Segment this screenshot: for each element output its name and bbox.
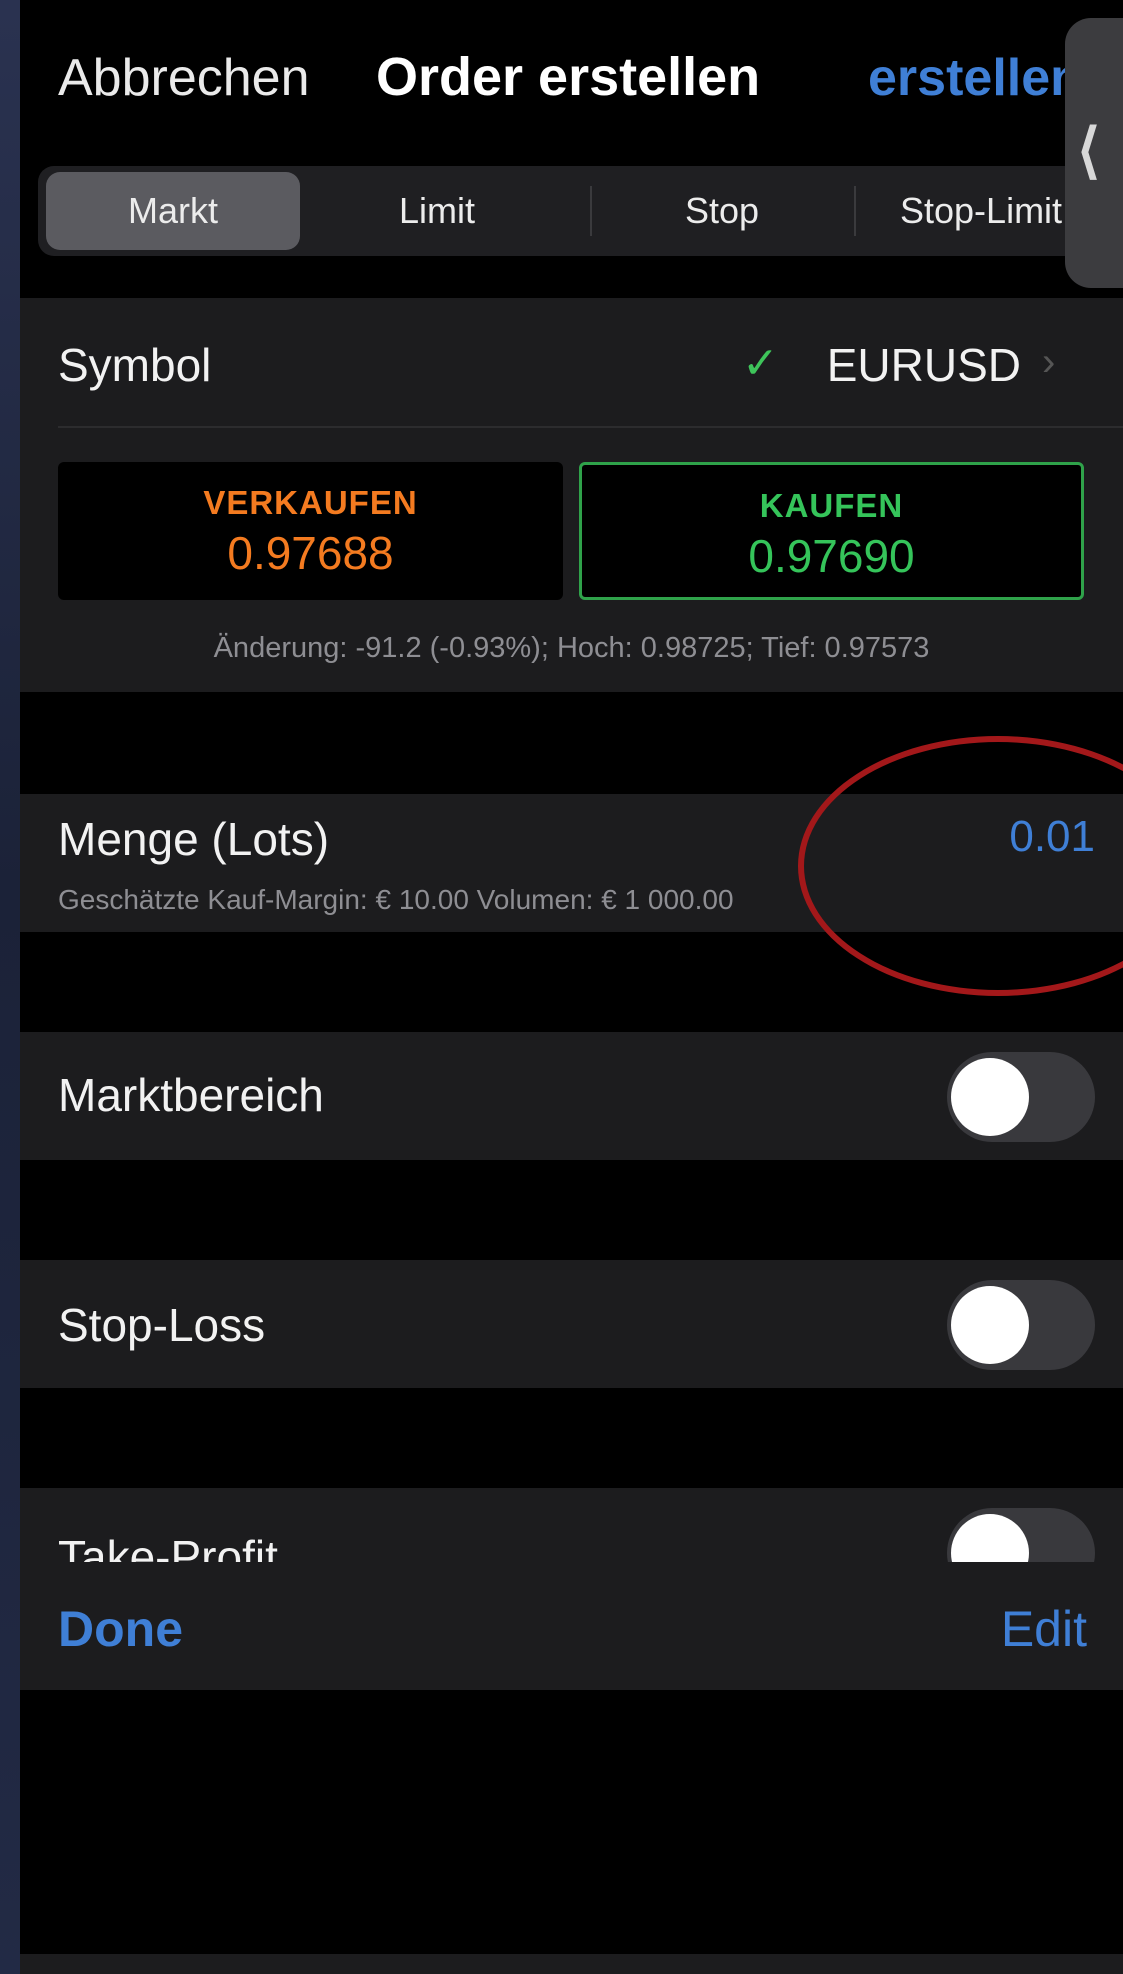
margin-volume-info: Geschätzte Kauf-Margin: € 10.00 Volumen:…	[58, 884, 734, 915]
sell-price: 0.97688	[227, 527, 394, 579]
divider	[58, 426, 1123, 428]
stop-loss-label: Stop-Loss	[58, 1299, 266, 1351]
check-icon: ✓	[742, 339, 779, 388]
edit-button[interactable]: Edit	[1001, 1600, 1087, 1658]
keyboard-toolbar: Done Edit	[20, 1562, 1123, 1690]
done-button[interactable]: Done	[58, 1600, 183, 1658]
stop-loss-toggle[interactable]	[947, 1280, 1095, 1370]
buy-price: 0.97690	[748, 530, 915, 582]
take-profit-clip: Take-Profit	[20, 1488, 1123, 1562]
buy-label: KAUFEN	[759, 487, 904, 524]
sell-price-button[interactable]: VERKAUFEN 0.97688	[58, 462, 563, 600]
bottom-panel-edge	[20, 1954, 1123, 1974]
price-statistics: Änderung: -91.2 (-0.93%); Hoch: 0.98725;…	[213, 632, 930, 664]
toggle-knob	[951, 1058, 1029, 1136]
tab-markt[interactable]: Markt	[46, 172, 300, 250]
cancel-button[interactable]: Abbrechen	[58, 48, 310, 108]
market-range-label: Marktbereich	[58, 1069, 324, 1121]
side-panel-handle[interactable]: ⟨	[1065, 18, 1123, 288]
segment-divider	[590, 186, 592, 236]
navigation-bar: Abbrechen Order erstellen erstellen	[20, 0, 1123, 160]
order-type-segmented-control: Markt Limit Stop Stop-Limit	[38, 166, 1123, 256]
tab-stop[interactable]: Stop	[594, 172, 850, 250]
background-strip	[0, 0, 20, 1974]
tab-limit[interactable]: Limit	[308, 172, 566, 250]
segment-divider	[854, 186, 856, 236]
take-profit-toggle[interactable]	[947, 1508, 1095, 1562]
app-screen: Abbrechen Order erstellen erstellen Mark…	[20, 0, 1123, 1974]
symbol-label: Symbol	[58, 339, 212, 391]
highlight-ellipse	[798, 736, 1123, 996]
chevron-right-icon: ›	[1042, 340, 1056, 384]
symbol-value[interactable]: EURUSD	[827, 338, 1021, 392]
create-button[interactable]: erstellen	[868, 48, 1082, 108]
buy-price-button[interactable]: KAUFEN 0.97690	[579, 462, 1084, 600]
toggle-knob	[951, 1286, 1029, 1364]
quantity-label: Menge (Lots)	[58, 813, 330, 865]
toggle-knob	[951, 1514, 1029, 1562]
market-range-toggle[interactable]	[947, 1052, 1095, 1142]
page-title: Order erstellen	[376, 47, 761, 107]
chevron-left-icon: ⟨	[1077, 117, 1101, 184]
sell-label: VERKAUFEN	[203, 484, 418, 521]
take-profit-label: Take-Profit	[58, 1531, 278, 1562]
